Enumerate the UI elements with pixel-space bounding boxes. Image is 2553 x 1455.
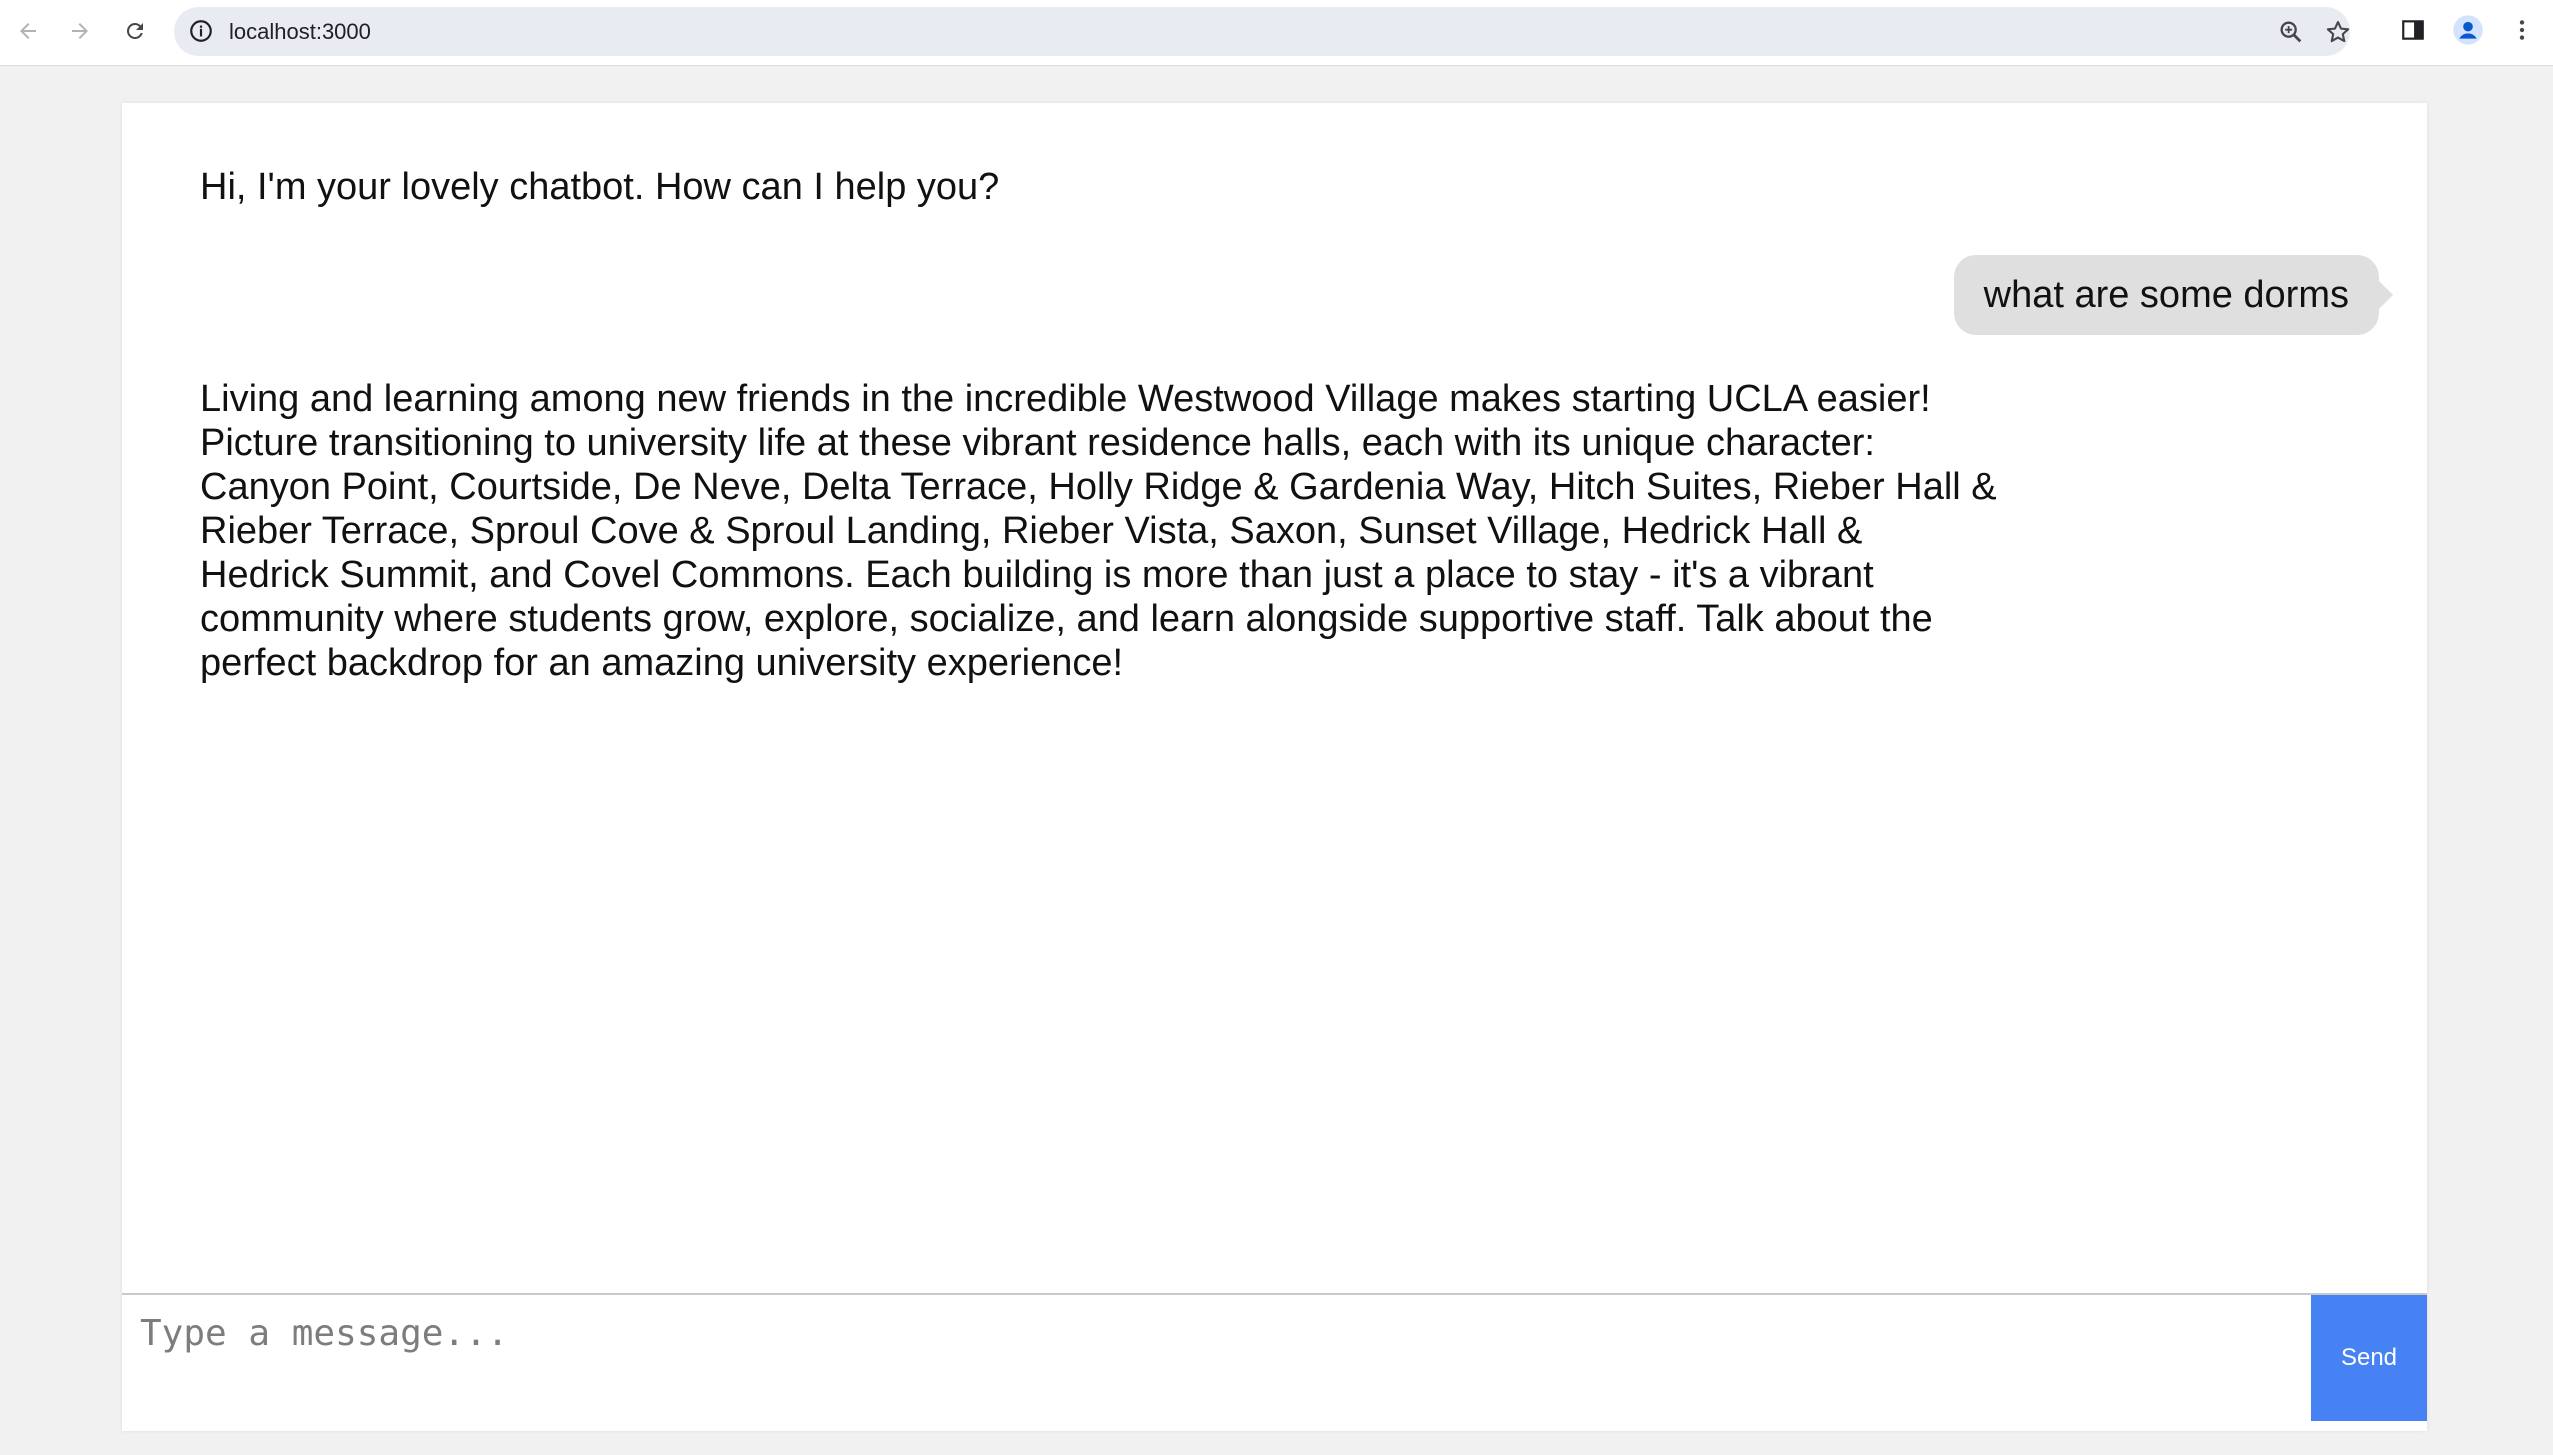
profile-icon: [2453, 15, 2483, 45]
message-list: Hi, I'm your lovely chatbot. How can I h…: [122, 103, 2427, 1293]
chat-app: Hi, I'm your lovely chatbot. How can I h…: [122, 103, 2427, 1431]
bot-message: Hi, I'm your lovely chatbot. How can I h…: [200, 166, 1000, 208]
back-arrow-icon: [20, 23, 36, 39]
user-message: what are some dorms: [1953, 255, 2394, 335]
back-button[interactable]: [8, 11, 48, 51]
info-icon[interactable]: [188, 18, 214, 44]
message-input[interactable]: [122, 1295, 2310, 1421]
menu-button[interactable]: [2505, 13, 2539, 47]
message-composer: Send: [122, 1293, 2427, 1421]
more-vert-icon: [2519, 20, 2525, 40]
url-text[interactable]: localhost:3000: [229, 7, 371, 56]
star-icon[interactable]: [2324, 18, 2352, 46]
side-panel-icon: [2402, 20, 2424, 40]
reload-icon: [126, 22, 143, 39]
side-panel-button[interactable]: [2396, 13, 2430, 47]
forward-button[interactable]: [60, 11, 100, 51]
forward-arrow-icon: [72, 23, 88, 39]
reload-button[interactable]: [115, 11, 155, 51]
address-bar[interactable]: localhost:3000: [174, 7, 2350, 56]
browser-toolbar: localhost:3000: [0, 0, 2553, 66]
profile-button[interactable]: [2451, 13, 2485, 47]
bot-message: Living and learning among new friends in…: [200, 378, 1997, 684]
zoom-icon[interactable]: [2277, 18, 2305, 46]
send-button[interactable]: Send: [2311, 1295, 2427, 1421]
